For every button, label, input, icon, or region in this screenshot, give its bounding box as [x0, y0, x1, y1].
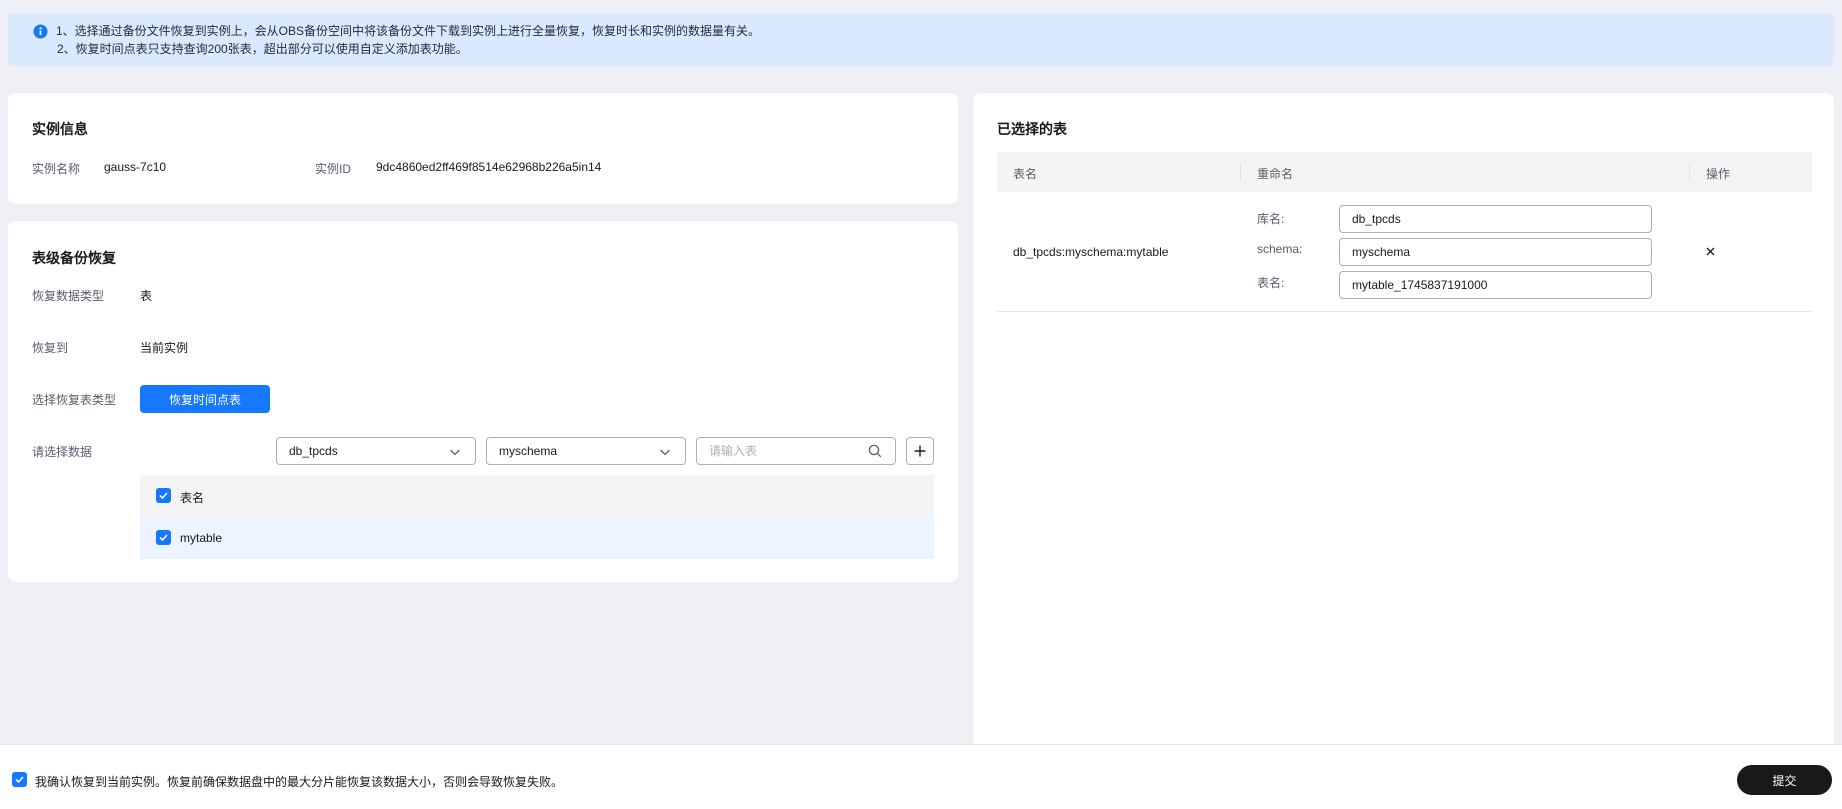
table-search-input[interactable] — [696, 437, 896, 465]
selected-tables-title: 已选择的表 — [997, 121, 1067, 137]
col-table-name: 表名 — [1013, 167, 1038, 181]
table-restore-title: 表级备份恢复 — [32, 250, 116, 266]
table-type-label: 选择恢复表类型 — [32, 393, 117, 407]
row-checkbox[interactable] — [156, 530, 171, 545]
rename-db-input[interactable] — [1339, 205, 1652, 233]
close-icon[interactable] — [1705, 246, 1716, 257]
chevron-down-icon — [660, 449, 670, 456]
database-select[interactable]: db_tpcds — [276, 437, 476, 465]
notice-line-1: 1、选择通过备份文件恢复到实例上，会从OBS备份空间中将该备份文件下载到实例上进… — [56, 24, 761, 38]
restore-to-value: 当前实例 — [140, 341, 189, 355]
table-list-header-name: 表名 — [180, 491, 205, 505]
check-icon — [159, 492, 168, 500]
instance-id-label: 实例ID — [315, 162, 352, 176]
search-icon[interactable] — [868, 444, 882, 458]
restore-point-table-button[interactable]: 恢复时间点表 — [140, 385, 270, 413]
restore-to-label: 恢复到 — [32, 341, 69, 355]
row-divider — [997, 311, 1812, 312]
rename-schema-input[interactable] — [1339, 238, 1652, 266]
select-data-label: 请选择数据 — [32, 445, 93, 459]
confirm-checkbox[interactable] — [12, 772, 27, 787]
rename-db-label: 库名: — [1257, 212, 1285, 226]
selected-tables-card: 已选择的表 表名 重命名 操作 db_tpcds:myschema:mytabl… — [973, 93, 1834, 793]
select-all-checkbox[interactable] — [156, 488, 171, 503]
submit-button[interactable]: 提交 — [1737, 765, 1832, 795]
col-divider — [1240, 164, 1241, 180]
col-rename: 重命名 — [1257, 167, 1294, 181]
schema-select-value: myschema — [499, 444, 558, 458]
selected-row-table: db_tpcds:myschema:mytable — [1013, 245, 1169, 259]
restore-data-type-value: 表 — [140, 289, 153, 303]
instance-info-card: 实例信息 实例名称 gauss-7c10 实例ID 9dc4860ed2ff46… — [8, 93, 958, 204]
rename-table-label: 表名: — [1257, 276, 1285, 290]
instance-info-title: 实例信息 — [32, 121, 88, 137]
plus-icon — [914, 445, 926, 457]
table-row-name: mytable — [180, 531, 223, 545]
schema-select[interactable]: myschema — [486, 437, 686, 465]
check-icon — [159, 534, 168, 542]
rename-schema-label: schema: — [1257, 242, 1303, 256]
chevron-down-icon — [450, 449, 460, 456]
instance-name-label: 实例名称 — [32, 162, 81, 176]
check-icon — [15, 776, 24, 784]
info-notice: 1、选择通过备份文件恢复到实例上，会从OBS备份空间中将该备份文件下载到实例上进… — [8, 13, 1834, 66]
table-restore-card: 表级备份恢复 恢复数据类型 表 恢复到 当前实例 选择恢复表类型 恢复时间点表 … — [8, 221, 958, 582]
table-list-header — [140, 475, 934, 516]
add-table-button[interactable] — [906, 437, 934, 465]
instance-id-value: 9dc4860ed2ff469f8514e62968b226a5in14 — [376, 160, 602, 174]
notice-line-2: 2、恢复时间点表只支持查询200张表，超出部分可以使用自定义添加表功能。 — [57, 42, 468, 56]
col-operation: 操作 — [1706, 167, 1731, 181]
rename-table-input[interactable] — [1339, 271, 1652, 299]
table-row[interactable] — [140, 516, 934, 559]
instance-name-value: gauss-7c10 — [104, 160, 167, 174]
restore-data-type-label: 恢复数据类型 — [32, 289, 105, 303]
info-icon — [33, 24, 48, 39]
col-divider — [1689, 164, 1690, 180]
confirm-text: 我确认恢复到当前实例。恢复前确保数据盘中的最大分片能恢复该数据大小，否则会导致恢… — [35, 775, 564, 789]
database-select-value: db_tpcds — [289, 444, 338, 458]
